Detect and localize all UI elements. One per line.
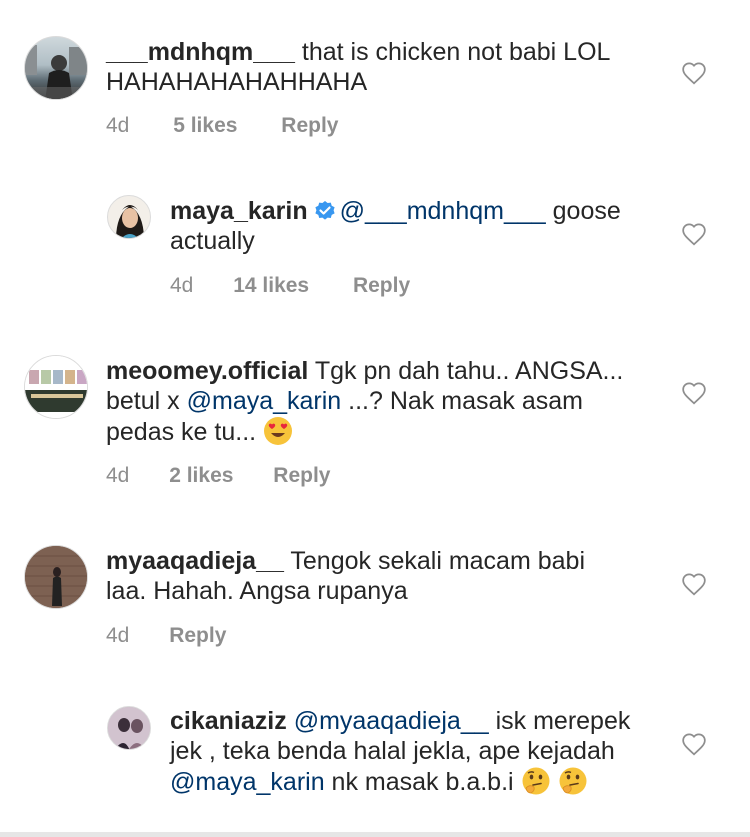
avatar[interactable]	[24, 355, 88, 419]
comment-time: 4d	[106, 114, 130, 137]
comment-username[interactable]: myaaqadieja__	[106, 547, 284, 575]
heart-eyes-emoji	[264, 417, 293, 445]
heart-outline-icon[interactable]	[681, 732, 707, 756]
reply-button[interactable]: Reply	[281, 114, 338, 138]
comment-likes[interactable]: 5 likes	[173, 114, 237, 138]
thinking-face-emoji	[522, 767, 550, 795]
comment-username[interactable]: ___mdnhqm___	[106, 38, 295, 66]
mention-link[interactable]: @myaaqadieja__	[294, 707, 489, 735]
comment-body: nk masak b.a.b.i	[324, 768, 521, 796]
thinking-face-emoji	[559, 767, 586, 795]
comment-text: meoomey.official Tgk pn dah tahu.. ANGSA…	[106, 356, 626, 447]
heart-outline-icon[interactable]	[681, 61, 707, 85]
avatar[interactable]	[24, 36, 88, 100]
comment-username[interactable]: cikaniaziz	[170, 707, 287, 735]
comment-meta: 4d 5 likes Reply	[106, 114, 338, 138]
comment-likes[interactable]: 14 likes	[233, 274, 309, 298]
heart-outline-icon[interactable]	[681, 222, 707, 246]
avatar[interactable]	[24, 545, 88, 609]
comment-username[interactable]: maya_karin	[170, 197, 308, 225]
reply-button[interactable]: Reply	[353, 274, 410, 298]
comment-text: maya_karin @___mdnhqm___ goose actually	[170, 196, 650, 256]
comment-text: myaaqadieja__ Tengok sekali macam babi l…	[106, 546, 626, 606]
comment-meta: 4d 2 likes Reply	[106, 464, 330, 488]
heart-outline-icon[interactable]	[681, 381, 707, 405]
reply-button[interactable]: Reply	[273, 464, 330, 488]
heart-outline-icon[interactable]	[681, 572, 707, 596]
comment-meta: 4d Reply	[106, 624, 226, 648]
verified-badge-icon	[315, 201, 335, 220]
comment-username[interactable]: meoomey.official	[106, 357, 308, 385]
comment-likes[interactable]: 2 likes	[169, 464, 233, 488]
mention-link[interactable]: @maya_karin	[170, 768, 325, 796]
divider	[0, 832, 750, 837]
mention-link[interactable]: @maya_karin	[187, 387, 342, 415]
mention-link[interactable]: @___mdnhqm___	[340, 197, 546, 225]
comment-text: cikaniaziz @myaaqadieja__ isk merepek je…	[170, 706, 650, 797]
avatar[interactable]	[107, 195, 151, 239]
comment-text: ___mdnhqm___ that is chicken not babi LO…	[106, 37, 666, 97]
avatar[interactable]	[107, 706, 151, 750]
comment-time: 4d	[170, 274, 194, 297]
reply-button[interactable]: Reply	[169, 624, 226, 648]
comment-time: 4d	[106, 624, 130, 647]
comment-time: 4d	[106, 464, 130, 487]
comment-meta: 4d 14 likes Reply	[170, 274, 410, 298]
